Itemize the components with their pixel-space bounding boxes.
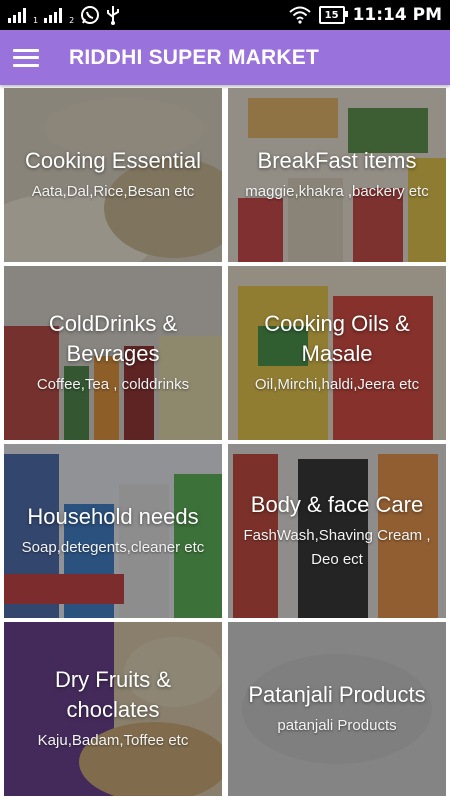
battery-level: 15	[324, 9, 339, 21]
tile-text: Household needs Soap,detegents,cleaner e…	[4, 444, 222, 618]
tile-title: Cooking Essential	[24, 148, 202, 173]
tile-text: Dry Fruits & choclates Kaju,Badam,Toffee…	[4, 622, 222, 796]
category-tile-cooking-essential[interactable]: Cooking Essential Aata,Dal,Rice,Besan et…	[4, 88, 222, 262]
tile-title: Household needs	[27, 504, 199, 529]
category-tile-body-face[interactable]: Body & face Care FashWash,Shaving Cream …	[228, 444, 446, 618]
tile-title: Patanjali Products	[248, 682, 426, 707]
status-bar: 1 2 15 11:14 PM	[0, 0, 450, 30]
category-tile-cooking-oils[interactable]: Cooking Oils & Masale Oil,Mirchi,haldi,J…	[228, 266, 446, 440]
sim1-label: 1	[33, 16, 39, 25]
status-right: 15 11:14 PM	[288, 5, 442, 25]
category-tile-patanjali[interactable]: Patanjali Products patanjali Products	[228, 622, 446, 796]
app-bar: RIDDHI SUPER MARKET	[0, 30, 450, 85]
hamburger-menu-icon[interactable]	[13, 48, 39, 67]
tile-text: Cooking Oils & Masale Oil,Mirchi,haldi,J…	[228, 266, 446, 440]
tile-subtitle: Kaju,Badam,Toffee etc	[37, 732, 189, 749]
category-tile-breakfast[interactable]: BreakFast items maggie,khakra ,backery e…	[228, 88, 446, 262]
tile-title: Cooking Oils & Masale	[264, 311, 410, 366]
tile-subtitle: Coffee,Tea , colddrinks	[36, 376, 190, 393]
signal-sim2-icon	[44, 7, 63, 23]
tile-text: BreakFast items maggie,khakra ,backery e…	[228, 88, 446, 262]
tile-title: ColdDrinks & Bevrages	[48, 311, 178, 366]
tile-title: BreakFast items	[257, 148, 417, 173]
signal-sim1-icon	[8, 7, 26, 23]
tile-subtitle: Aata,Dal,Rice,Besan etc	[31, 183, 195, 200]
wifi-icon	[288, 6, 311, 24]
tile-subtitle: Oil,Mirchi,haldi,Jeera etc	[254, 376, 420, 393]
category-tile-colddrinks[interactable]: ColdDrinks & Bevrages Coffee,Tea , coldd…	[4, 266, 222, 440]
tile-text: Body & face Care FashWash,Shaving Cream …	[228, 444, 446, 618]
sim2-label: 2	[69, 16, 75, 25]
tile-text: Patanjali Products patanjali Products	[228, 622, 446, 796]
status-left: 1 2	[8, 5, 120, 25]
whatsapp-icon	[81, 6, 100, 24]
tile-subtitle: FashWash,Shaving Cream , Deo ect	[243, 527, 431, 568]
tile-title: Dry Fruits & choclates	[54, 667, 172, 722]
category-tile-household[interactable]: Household needs Soap,detegents,cleaner e…	[4, 444, 222, 618]
tile-subtitle: maggie,khakra ,backery etc	[245, 183, 429, 200]
tile-subtitle: Soap,detegents,cleaner etc	[21, 539, 205, 556]
tile-title: Body & face Care	[250, 492, 424, 517]
tile-text: Cooking Essential Aata,Dal,Rice,Besan et…	[4, 88, 222, 262]
usb-icon	[107, 6, 120, 25]
tile-subtitle: patanjali Products	[277, 717, 397, 734]
category-tile-dry-fruits[interactable]: Dry Fruits & choclates Kaju,Badam,Toffee…	[4, 622, 222, 796]
tile-text: ColdDrinks & Bevrages Coffee,Tea , coldd…	[4, 266, 222, 440]
clock: 11:14 PM	[352, 5, 442, 25]
battery-icon: 15	[318, 6, 348, 24]
app-title: RIDDHI SUPER MARKET	[69, 45, 319, 69]
